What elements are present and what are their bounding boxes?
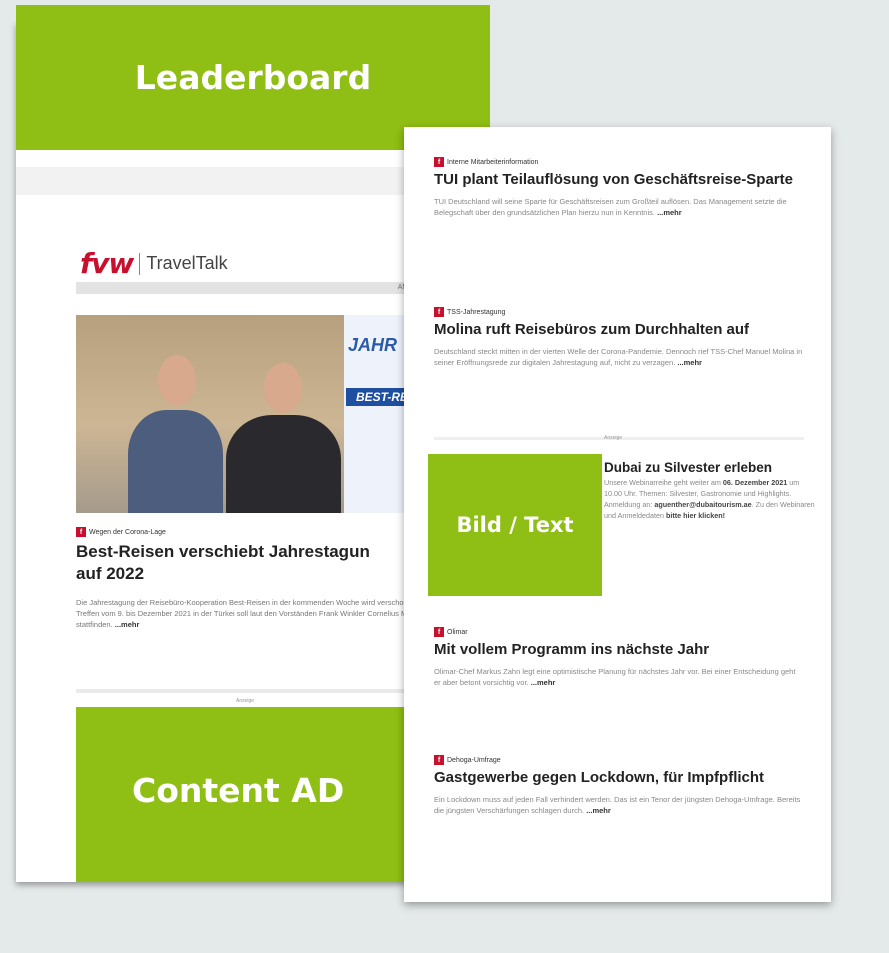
promo-title[interactable]: Dubai zu Silvester erleben bbox=[604, 461, 816, 475]
tag-label: Wegen der Corona-Lage bbox=[89, 528, 166, 536]
teaser-text: Olimar-Chef Markus Zahn legt eine optimi… bbox=[434, 667, 796, 687]
article-teaser: TUI Deutschland will seine Sparte für Ge… bbox=[434, 196, 804, 218]
person-right bbox=[226, 415, 341, 513]
logo-text: TravelTalk bbox=[146, 253, 228, 273]
article-teaser: Ein Lockdown muss auf jeden Fall verhind… bbox=[434, 794, 804, 816]
teaser-text: Ein Lockdown muss auf jeden Fall verhind… bbox=[434, 795, 801, 815]
article-teaser: Deutschland steckt mitten in der vierten… bbox=[434, 346, 804, 368]
dubai-promo: Dubai zu Silvester erleben Unsere Webina… bbox=[604, 461, 816, 521]
article-title[interactable]: Molina ruft Reisebüros zum Durchhalten a… bbox=[434, 320, 804, 340]
person-left bbox=[128, 410, 223, 513]
promo-text: Unsere Webinarreihe geht weiter am 06. D… bbox=[604, 477, 816, 521]
article-tag: f Interne Mitarbeiterinformation bbox=[434, 157, 804, 167]
article-tag: f TSS-Jahrestagung bbox=[434, 307, 804, 317]
promo-cta-link[interactable]: bitte hier klicken! bbox=[666, 511, 725, 520]
list-item[interactable]: f Olimar Mit vollem Programm ins nächste… bbox=[434, 627, 804, 688]
image-text-ad-placeholder[interactable]: Bild / Text bbox=[428, 454, 602, 596]
article-tag: f Wegen der Corona-Lage bbox=[76, 527, 166, 537]
person-right-head bbox=[264, 363, 302, 413]
list-item[interactable]: f TSS-Jahrestagung Molina ruft Reisebüro… bbox=[434, 307, 804, 368]
promo-email-link[interactable]: aguenther@dubaitourism.ae bbox=[654, 500, 751, 509]
article-title[interactable]: Mit vollem Programm ins nächste Jahr bbox=[434, 640, 804, 660]
content-ad-label: Content AD bbox=[132, 771, 345, 810]
article-title[interactable]: TUI plant Teilauflösung von Geschäftsrei… bbox=[434, 170, 804, 190]
ad-label: Anzeige bbox=[236, 698, 255, 704]
bild-text-label: Bild / Text bbox=[456, 513, 574, 537]
fvw-tag-icon: f bbox=[434, 157, 444, 167]
more-link[interactable]: ...mehr bbox=[657, 208, 682, 217]
more-link[interactable]: ...mehr bbox=[115, 620, 140, 629]
list-item[interactable]: f Interne Mitarbeiterinformation TUI pla… bbox=[434, 157, 804, 218]
fvw-tag-icon: f bbox=[434, 307, 444, 317]
stage-text: JAHR bbox=[348, 335, 398, 355]
fvw-tag-icon: f bbox=[434, 627, 444, 637]
person-left-head bbox=[158, 355, 196, 405]
teaser-text: TUI Deutschland will seine Sparte für Ge… bbox=[434, 197, 787, 217]
tag-label: TSS-Jahrestagung bbox=[447, 308, 506, 316]
list-item[interactable]: f Dehoga-Umfrage Gastgewerbe gegen Lockd… bbox=[434, 755, 804, 816]
tag-label: Dehoga-Umfrage bbox=[447, 756, 501, 764]
promo-text-part: Unsere Webinarreihe geht weiter am bbox=[604, 478, 721, 487]
article-title[interactable]: Gastgewerbe gegen Lockdown, für Impfpfli… bbox=[434, 768, 804, 788]
newsletter-preview: fvw TravelTalk AM MORG JAHR BEST-REISE f… bbox=[16, 22, 462, 882]
teaser-text: Deutschland steckt mitten in der vierten… bbox=[434, 347, 803, 367]
newsletter-article-list: f Interne Mitarbeiterinformation TUI pla… bbox=[404, 127, 831, 902]
article-teaser: Olimar-Chef Markus Zahn legt eine optimi… bbox=[434, 666, 804, 688]
leaderboard-label: Leaderboard bbox=[134, 58, 372, 97]
fvw-tag-icon: f bbox=[434, 755, 444, 765]
more-link[interactable]: ...mehr bbox=[586, 806, 611, 815]
fvw-tag-icon: f bbox=[76, 527, 86, 537]
fvw-logo[interactable]: fvw TravelTalk bbox=[80, 247, 228, 280]
leaderboard-spacer bbox=[16, 167, 462, 195]
more-link[interactable]: ...mehr bbox=[531, 678, 556, 687]
logo-mark: fvw bbox=[80, 247, 134, 280]
article-tag: f Olimar bbox=[434, 627, 804, 637]
tag-label: Interne Mitarbeiterinformation bbox=[447, 158, 539, 166]
ad-label: Anzeige bbox=[604, 435, 623, 441]
more-link[interactable]: ...mehr bbox=[677, 358, 702, 367]
promo-date: 06. Dezember 2021 bbox=[722, 478, 788, 487]
logo-separator bbox=[139, 252, 141, 275]
article-tag: f Dehoga-Umfrage bbox=[434, 755, 804, 765]
tag-label: Olimar bbox=[447, 628, 468, 636]
